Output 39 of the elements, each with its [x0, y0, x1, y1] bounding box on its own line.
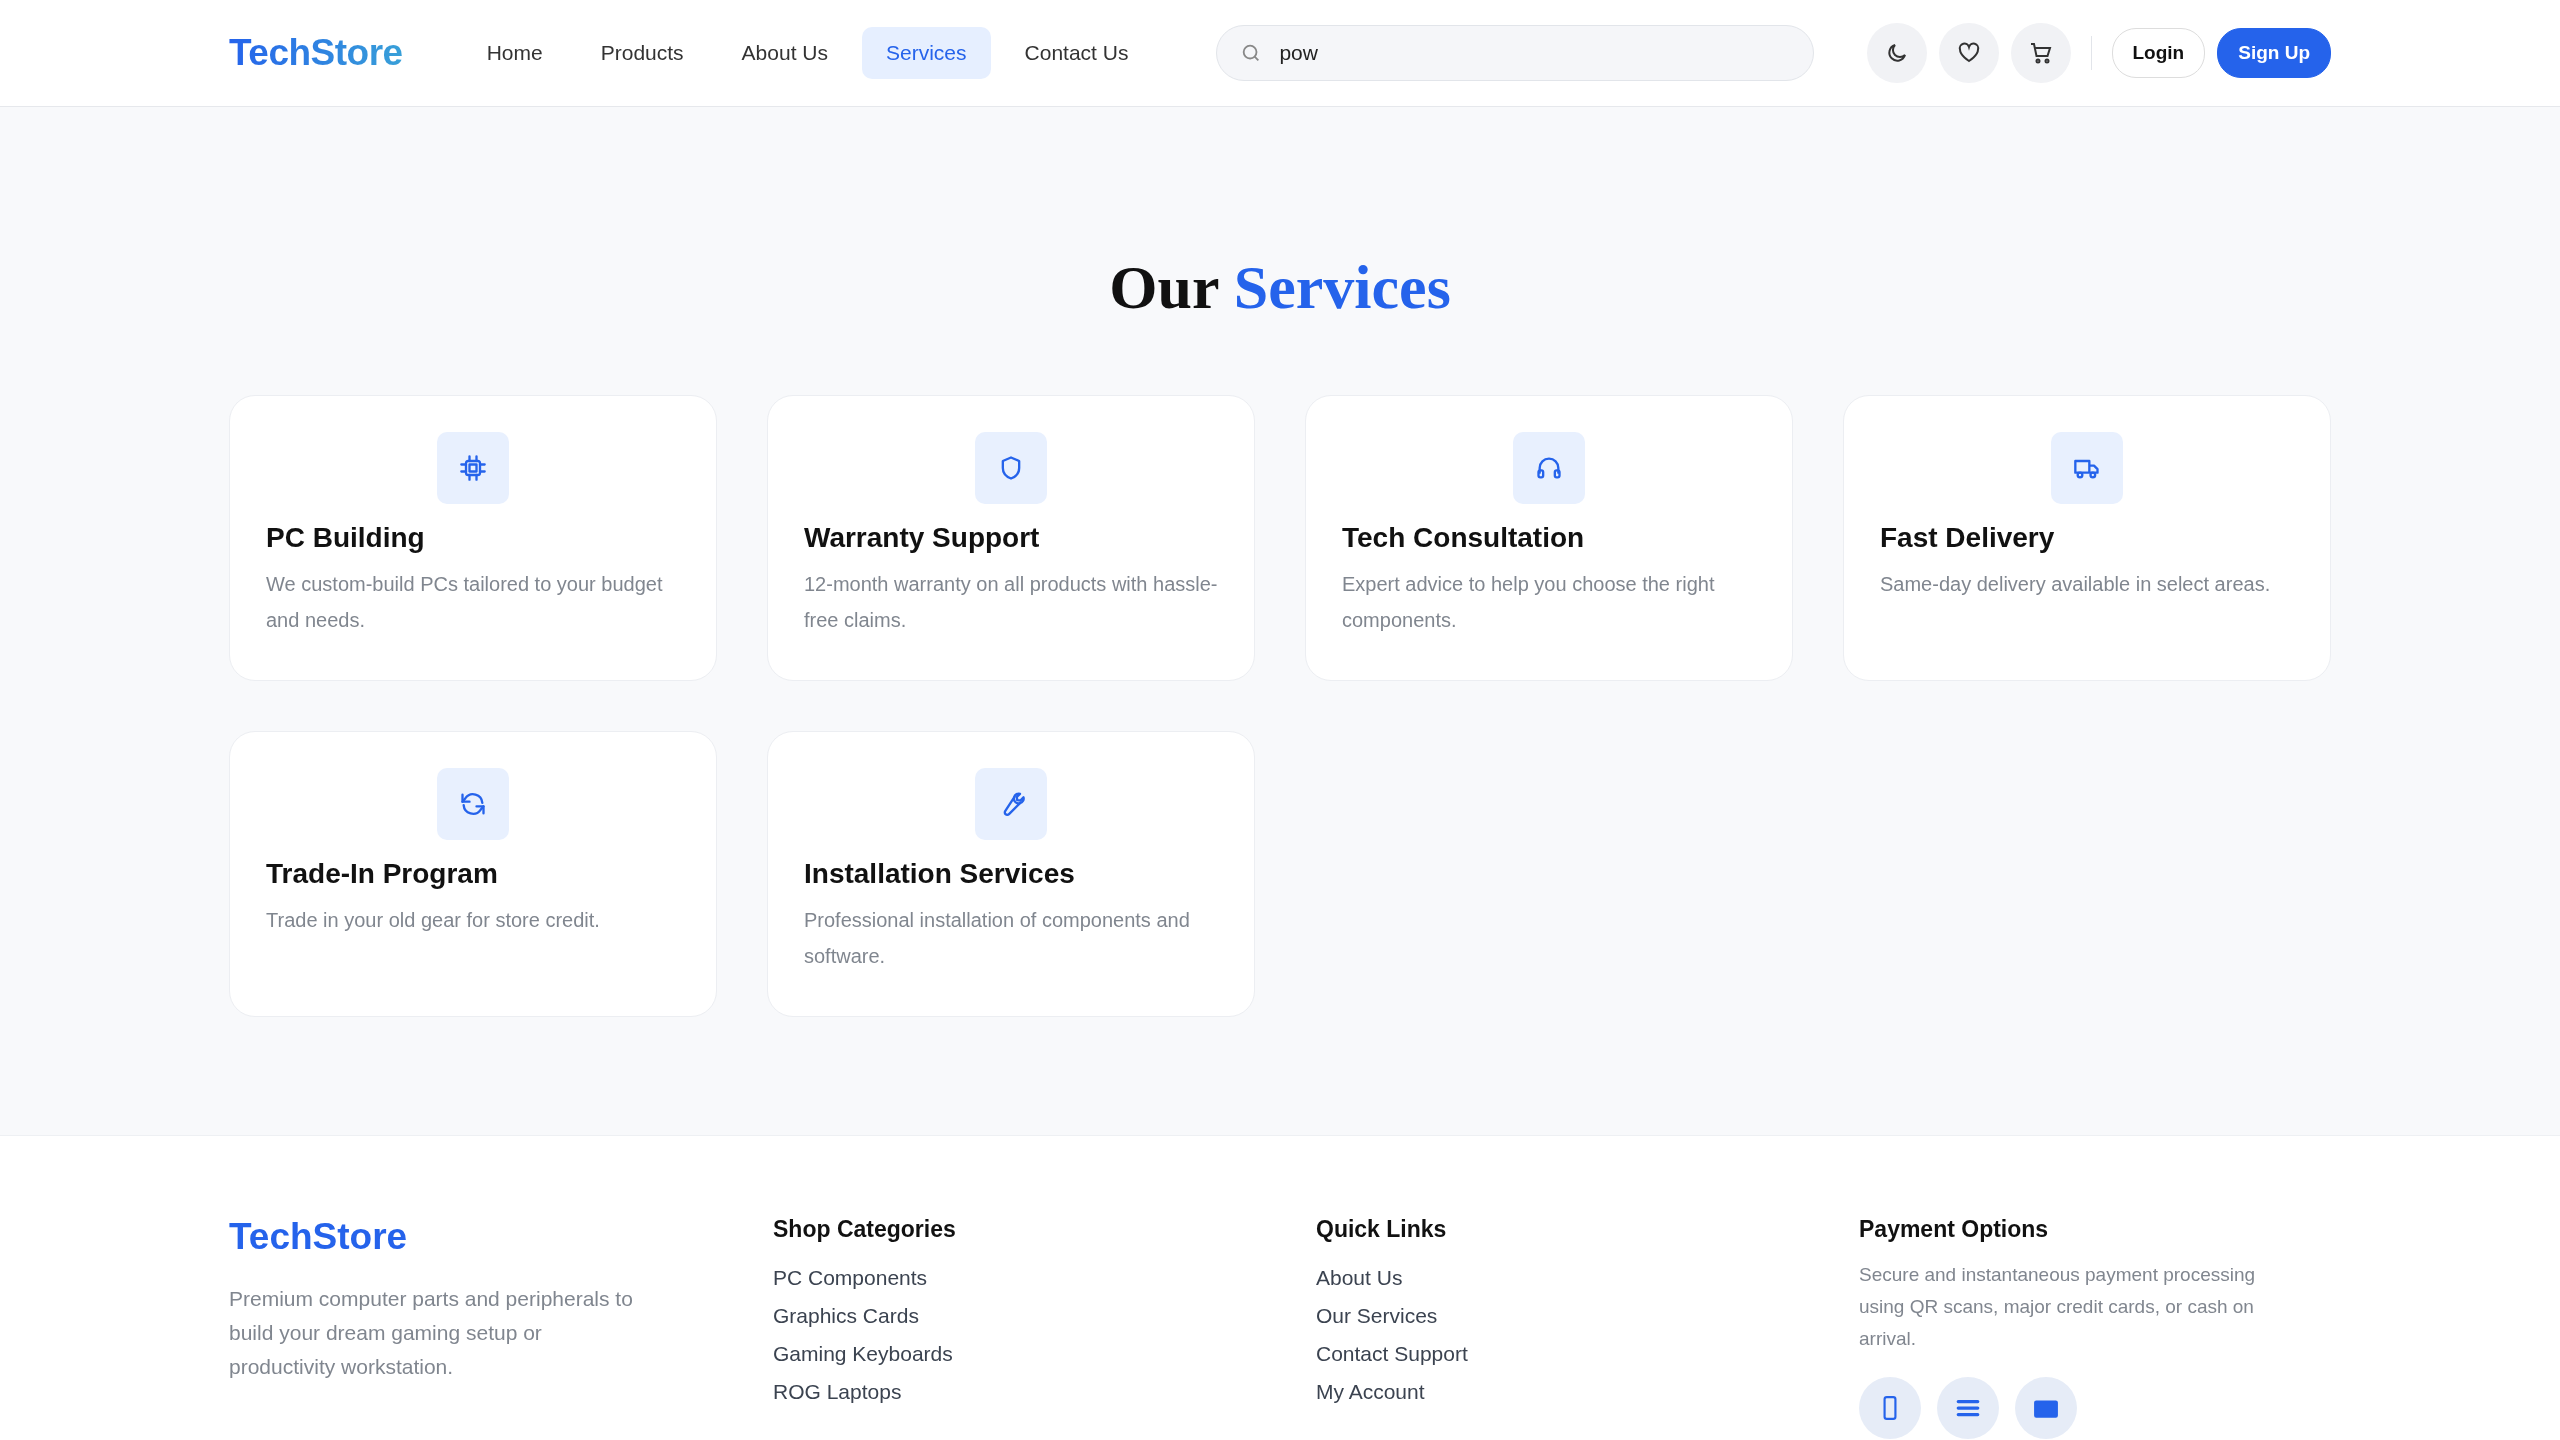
- chip-icon: [459, 454, 487, 482]
- footer-heading: Payment Options: [1859, 1216, 2050, 1243]
- signup-button[interactable]: Sign Up: [2217, 28, 2331, 78]
- cart-icon: [2028, 41, 2053, 65]
- card-title: Tech Consultation: [1342, 522, 1586, 554]
- refresh-icon: [459, 790, 487, 818]
- card-title: Warranty Support: [804, 522, 1041, 554]
- footer-logo[interactable]: TechStore: [229, 1216, 773, 1258]
- card-description: Same-day delivery available in select areas.: [1880, 572, 2272, 597]
- footer-heading: Shop Categories: [773, 1216, 957, 1243]
- footer-link[interactable]: ROG Laptops: [773, 1373, 902, 1411]
- card-title: Trade-In Program: [266, 858, 499, 890]
- nav-link[interactable]: Services: [862, 27, 991, 79]
- nav-link[interactable]: Contact Us: [1000, 27, 1153, 79]
- nav-link[interactable]: Products: [576, 27, 708, 79]
- payment-description: Secure and instantaneous payment processing using QR scans, major credit cards, or cash on arrival.: [1859, 1263, 2257, 1351]
- footer-link[interactable]: PC Components: [773, 1259, 928, 1297]
- footer-link[interactable]: My Account: [1316, 1373, 1425, 1411]
- card-title: PC Building: [266, 522, 426, 554]
- card-description: Trade in your old gear for store credit.: [266, 908, 601, 933]
- card-title: Fast Delivery: [1880, 522, 2056, 554]
- login-button[interactable]: Login: [2111, 28, 2206, 78]
- card-description: Expert advice to help you choose the right components.: [1342, 572, 1716, 633]
- footer-link[interactable]: Graphics Cards: [773, 1297, 919, 1335]
- card-description: Professional installation of components and software.: [804, 908, 1191, 969]
- nav-link[interactable]: Home: [462, 27, 567, 79]
- search-field[interactable]: pow: [1216, 25, 1815, 81]
- card-description: We custom-build PCs tailored to your budget and needs.: [266, 572, 664, 633]
- card-title: Installation Services: [804, 858, 1076, 890]
- footer-link[interactable]: Gaming Keyboards: [773, 1335, 953, 1373]
- heart-icon: [1956, 41, 1981, 65]
- nav-link[interactable]: About Us: [717, 27, 852, 79]
- footer-link[interactable]: Our Services: [1316, 1297, 1438, 1335]
- footer-link[interactable]: Contact Support: [1316, 1335, 1468, 1373]
- footer-link[interactable]: About Us: [1316, 1259, 1403, 1297]
- footer-tagline: Premium computer parts and peripherals to build your dream gaming setup or productivity workstation.: [229, 1286, 634, 1380]
- section-title: Our Services: [1108, 252, 1452, 323]
- footer-heading: Quick Links: [1316, 1216, 1448, 1243]
- card-description: 12-month warranty on all products with hassle-free claims.: [804, 572, 1218, 633]
